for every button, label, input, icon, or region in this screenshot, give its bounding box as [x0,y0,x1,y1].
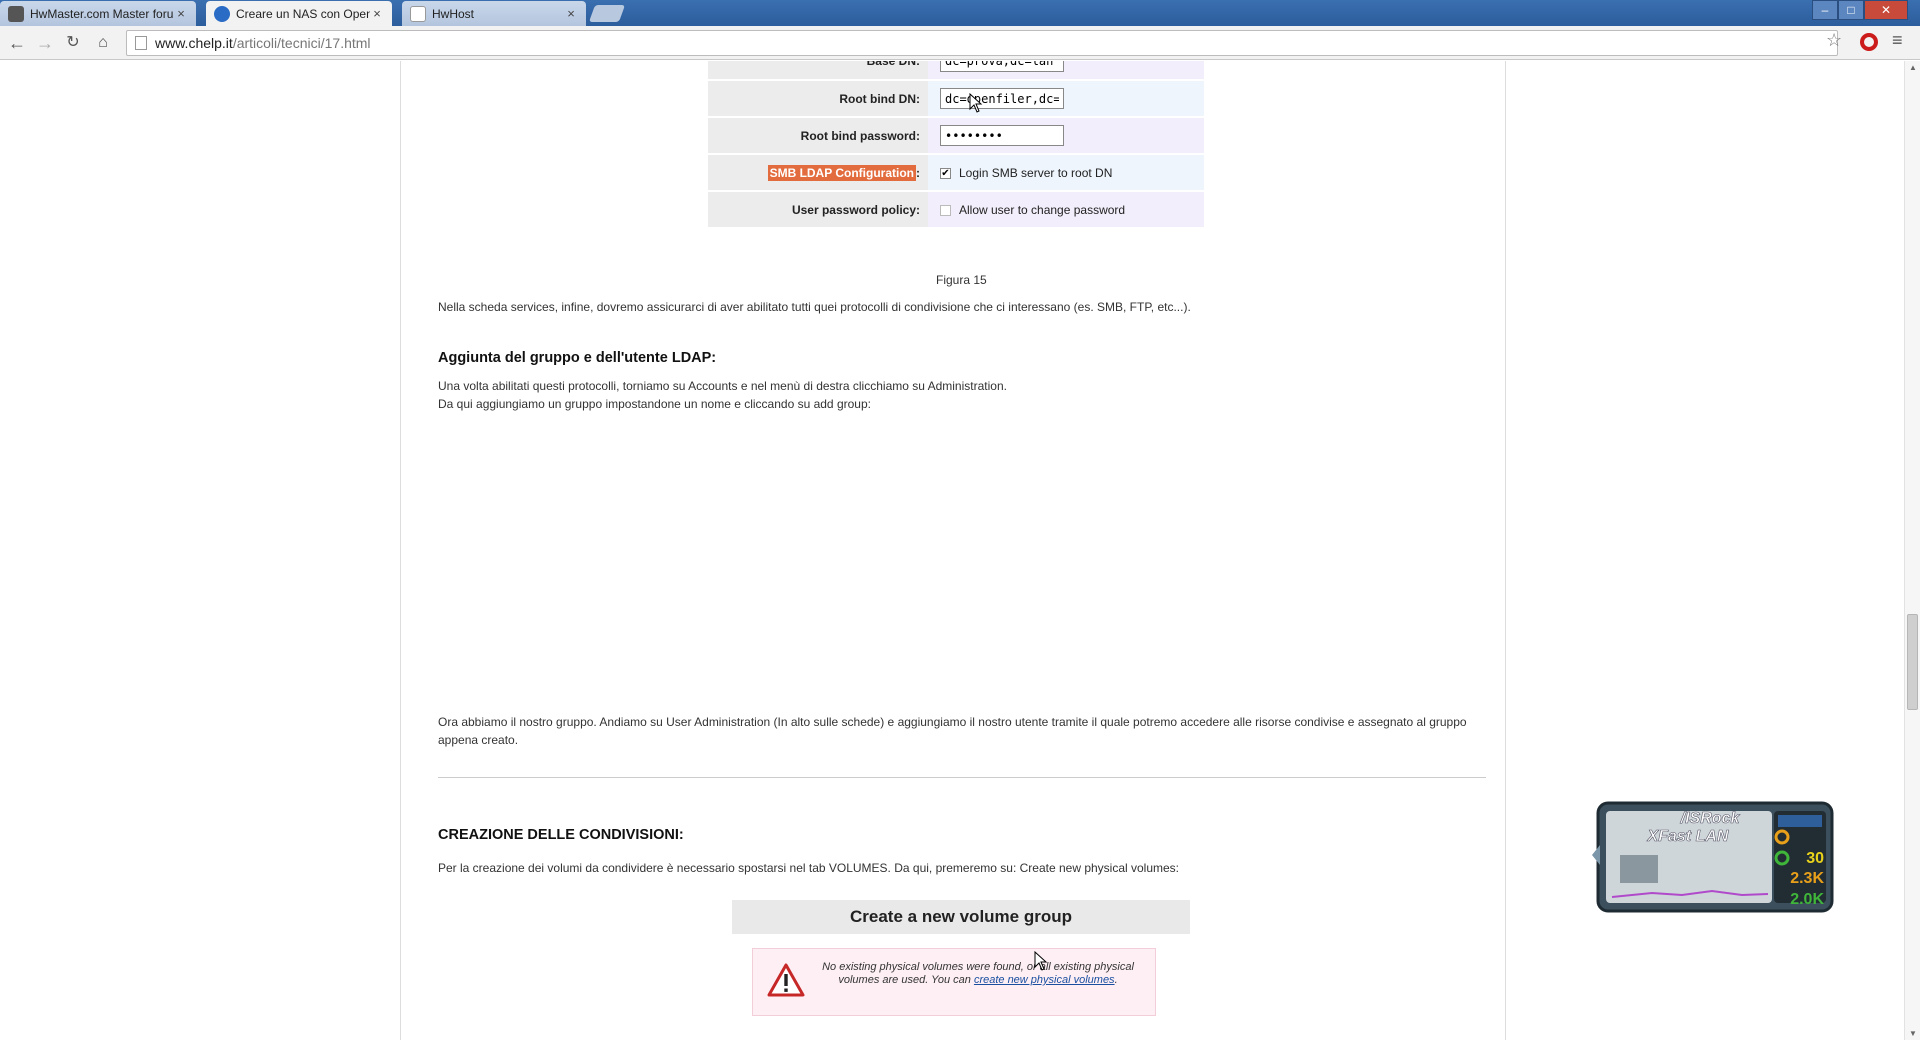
menu-icon[interactable]: ≡ [1892,30,1903,51]
settings-row: Root bind password: [708,117,1204,155]
home-icon[interactable]: ⌂ [92,32,114,54]
tab-hwhost[interactable]: HwHost × [402,1,586,26]
settings-row: Base DN: [708,61,1204,81]
widget-value: 30 [1806,850,1824,867]
figure-caption: Figura 15 [936,273,987,287]
scroll-down-icon[interactable]: ▼ [1909,1029,1917,1038]
warning-text-part: . [1114,974,1118,986]
paragraph: Per la creazione dei volumi da condivide… [438,861,1180,875]
new-tab-button[interactable] [588,5,626,22]
scrollbar-thumb[interactable] [1907,614,1918,710]
url-text[interactable]: www.chelp.it/articoli/tecnici/17.html [155,35,371,51]
settings-value [928,61,1204,81]
tab-chelp[interactable]: Creare un NAS con OpenF × [206,1,392,26]
base-dn-input[interactable] [940,61,1064,72]
back-arrow-icon[interactable]: ← [6,32,28,54]
checkbox-label: Allow user to change password [959,202,1126,217]
checkbox-label: Login SMB server to root DN [959,165,1113,180]
label-suffix: : [916,165,920,180]
address-bar[interactable]: www.chelp.it/articoli/tecnici/17.html [126,30,1838,56]
highlighted-label: SMB LDAP Configuration [767,164,916,181]
settings-label: Root bind DN: [708,80,928,118]
settings-label: Base DN: [708,61,928,81]
tab-title: HwHost [432,6,475,21]
browser-toolbar: ← → ↻ ⌂ www.chelp.it/articoli/tecnici/17… [0,26,1920,60]
settings-row: User password policy: Allow user to chan… [708,191,1204,229]
ldap-settings-figure: Base DN: Root bind DN: Root bind passwor… [708,61,1204,229]
close-icon[interactable]: × [564,6,578,21]
bookmark-star-icon[interactable]: ☆ [1826,30,1842,51]
reload-icon[interactable]: ↻ [62,32,84,54]
url-domain: www.chelp.it [155,35,233,51]
settings-label: SMB LDAP Configuration: [708,154,928,192]
settings-row: SMB LDAP Configuration: ✔ Login SMB serve… [708,154,1204,192]
warning-text: No existing physical volumes were found,… [817,961,1139,987]
checkbox-unchecked-icon[interactable] [940,204,951,216]
mouse-cursor-icon [1034,951,1048,971]
hwmaster-favicon-icon [8,5,24,22]
url-path: /articoli/tecnici/17.html [232,35,371,51]
checkbox-checked-icon[interactable]: ✔ [940,167,951,179]
tab-strip: HwMaster.com Master forum - × Creare un … [0,0,1920,26]
section-heading: CREAZIONE DELLE CONDIVISIONI: [438,827,684,843]
xfast-lan-widget[interactable]: /ISRock XFast LAN 30 2.3K 2.0K [1592,795,1838,919]
vertical-scrollbar[interactable]: ▲ ▼ [1904,61,1920,1040]
tab-title: HwMaster.com Master forum - [30,6,174,21]
settings-value: ✔ Login SMB server to root DN [928,154,1204,192]
mouse-cursor-icon [969,93,983,113]
settings-value [928,117,1204,155]
warning-icon [767,963,805,997]
paragraph: Nella scheda services, infine, dovremo a… [438,300,1191,314]
widget-product: XFast LAN [1647,828,1729,845]
close-icon[interactable]: × [174,6,188,21]
settings-label: User password policy: [708,191,928,229]
section-heading: Aggiunta del gruppo e dell'utente LDAP: [438,350,717,366]
widget-brand: /ISRock [1680,810,1741,827]
tab-hwmaster[interactable]: HwMaster.com Master forum - × [0,1,196,26]
settings-value: Allow user to change password [928,191,1204,229]
paragraph: Una volta abilitati questi protocolli, t… [438,379,1007,393]
paragraph: Ora abbiamo il nostro gruppo. Andiamo su… [438,715,1467,747]
root-bind-password-input[interactable] [940,125,1064,146]
tab-title: Creare un NAS con OpenF [236,6,370,21]
scroll-up-icon[interactable]: ▲ [1909,63,1917,72]
forward-arrow-icon[interactable]: → [34,32,56,54]
create-physical-volumes-link[interactable]: create new physical volumes [974,974,1115,986]
maximize-icon[interactable]: □ [1838,0,1864,20]
volume-group-title: Create a new volume group [732,900,1190,934]
settings-label: Root bind password: [708,117,928,155]
page-favicon-icon [410,5,426,22]
settings-row: Root bind DN: [708,80,1204,118]
window-close-icon[interactable]: ✕ [1864,0,1908,20]
xfast-lan-panel-icon: /ISRock XFast LAN 30 2.3K 2.0K [1592,801,1834,913]
widget-value: 2.3K [1790,870,1824,887]
widget-value: 2.0K [1790,891,1824,908]
close-icon[interactable]: × [370,6,384,21]
minimize-icon[interactable]: – [1812,0,1838,20]
opera-icon[interactable] [1860,33,1878,51]
root-bind-dn-input[interactable] [940,88,1064,109]
divider [438,777,1486,778]
chelp-favicon-icon [214,5,230,22]
warning-box: No existing physical volumes were found,… [752,948,1156,1016]
paragraph: Da qui aggiungiamo un gruppo impostandon… [438,397,871,411]
page-icon [135,36,147,50]
